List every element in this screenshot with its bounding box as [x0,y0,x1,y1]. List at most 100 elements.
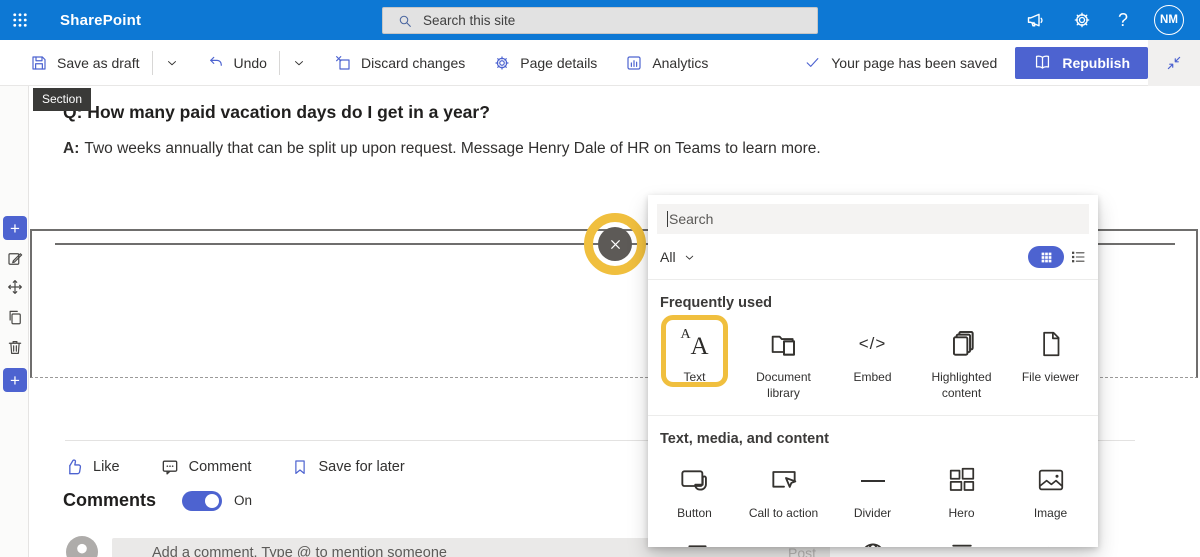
search-placeholder: Search this site [423,13,516,28]
picker-search-placeholder: Search [669,211,714,227]
webpart-tile-link[interactable] [739,538,828,547]
hero-icon [947,463,977,497]
move-icon [6,278,24,296]
add-section-button[interactable]: + [3,216,27,240]
comments-label: Comments [63,490,157,510]
page-details-button[interactable]: Page details [493,54,597,72]
webpart-tile-world[interactable] [828,538,917,547]
webpart-tile-arrow[interactable] [1006,538,1095,547]
move-section-button[interactable] [3,277,27,297]
answer-prefix: A: [63,140,80,157]
edit-icon [6,250,24,268]
answer-text: Two weeks annually that can be split up … [84,140,821,157]
filter-dropdown[interactable]: All [660,249,696,265]
gear-icon [493,54,511,72]
command-bar-right: Your page has been saved Republish [804,39,1200,86]
bar-chart-icon [625,54,643,72]
arrow-icon [1036,538,1066,547]
app-launcher-waffle-icon[interactable] [0,0,40,40]
collapse-command-bar-button[interactable] [1148,39,1200,86]
webpart-tile-divider[interactable]: Divider [828,457,917,522]
duplicate-section-button[interactable] [3,306,27,328]
search-icon [397,13,413,29]
webpart-tile-file-viewer[interactable]: File viewer [1006,321,1095,401]
view-toggles [1028,246,1086,268]
book-icon [1033,53,1052,72]
suite-bar-actions: ? NM [1025,0,1200,40]
trash-icon [6,338,24,356]
webpart-tile-call-to-action[interactable]: Call to action [739,457,828,522]
image-icon [1036,463,1066,497]
webpart-tile-text[interactable]: AA Text [650,315,739,401]
help-icon[interactable]: ? [1118,10,1128,31]
link-icon [769,538,799,547]
highlighted-content-icon [946,327,978,361]
save-icon [30,54,48,72]
save-status: Your page has been saved [804,54,997,71]
comments-toggle-row: Comments On [63,490,252,511]
partial-tile-row [648,522,1098,547]
webpart-tile-highlighted-content[interactable]: Highlighted content [917,321,1006,401]
undo-options-chevron-down-icon[interactable] [292,56,306,70]
save-as-draft-button[interactable]: Save as draft [30,54,140,72]
delete-section-button[interactable] [3,336,27,358]
copy-icon [6,308,24,326]
add-section-button[interactable]: + [3,368,27,392]
list-view-icon[interactable] [1070,249,1086,265]
user-avatar[interactable]: NM [1154,5,1184,35]
divider [151,50,153,75]
comments-toggle[interactable] [182,490,223,511]
divider-icon [860,480,885,483]
discard-changes-button[interactable]: Discard changes [334,54,465,72]
image-gallery-icon [680,538,710,547]
save-for-later-button[interactable]: Save for later [291,458,405,476]
brand-title[interactable]: SharePoint [60,12,141,29]
frequently-used-tiles: AA Text Document library </> Embed Highl… [648,313,1098,401]
discard-icon [334,54,352,72]
suite-bar: SharePoint Search this site ? NM [0,0,1200,40]
command-bar: Save as draft Undo Discard changes Page … [0,39,1200,86]
web-part-picker-panel: Search All Frequently used AA Text Docum… [648,195,1098,547]
webpart-tile-hero[interactable]: Hero [917,457,1006,522]
call-to-action-icon [768,463,800,497]
comment-bubble-icon [160,457,180,477]
webpart-tile-image[interactable]: Image [1006,457,1095,522]
web-part-search-input[interactable]: Search [657,204,1089,234]
chevron-down-icon [683,251,696,264]
webpart-tile-embed[interactable]: </> Embed [828,321,917,401]
grid-view-icon[interactable] [1028,246,1064,268]
site-search-input[interactable]: Search this site [382,7,818,34]
bookmark-icon [291,458,309,476]
picker-section-title: Text, media, and content [660,431,829,448]
embed-icon: </> [858,334,887,353]
engagement-bar: Like Comment Save for later [64,457,405,477]
divider [278,50,280,75]
comment-button[interactable]: Comment [160,457,251,477]
vertical-spacer-icon [947,538,977,547]
comment-placeholder: Add a comment. Type @ to mention someone [152,545,447,557]
megaphone-icon[interactable] [1025,10,1046,31]
close-picker-button[interactable] [598,227,632,261]
webpart-tile-document-library[interactable]: Document library [739,321,828,401]
commenter-avatar [66,536,98,557]
picker-section-title: Frequently used [660,295,772,311]
collapse-arrows-icon [1165,54,1183,72]
section-tooltip: Section [33,88,92,111]
toggle-state-label: On [234,493,253,508]
undo-button[interactable]: Undo [207,54,267,72]
check-icon [804,54,821,71]
webpart-tile-button[interactable]: Button [650,457,739,522]
globe-icon [858,538,888,547]
text-media-content-tiles: Button Call to action Divider Hero Image [648,449,1098,522]
webpart-tile-image-gallery[interactable] [650,538,739,547]
faq-question[interactable]: Q: How many paid vacation days do I get … [63,102,490,123]
edit-section-button[interactable] [3,249,27,269]
settings-gear-icon[interactable] [1072,10,1092,30]
webpart-tile-spacer[interactable] [917,538,1006,547]
analytics-button[interactable]: Analytics [625,54,708,72]
republish-button[interactable]: Republish [1015,46,1148,79]
like-button[interactable]: Like [64,457,120,477]
save-options-chevron-down-icon[interactable] [165,56,179,70]
undo-icon [207,54,225,72]
faq-answer[interactable]: A: Two weeks annually that can be split u… [63,140,821,158]
